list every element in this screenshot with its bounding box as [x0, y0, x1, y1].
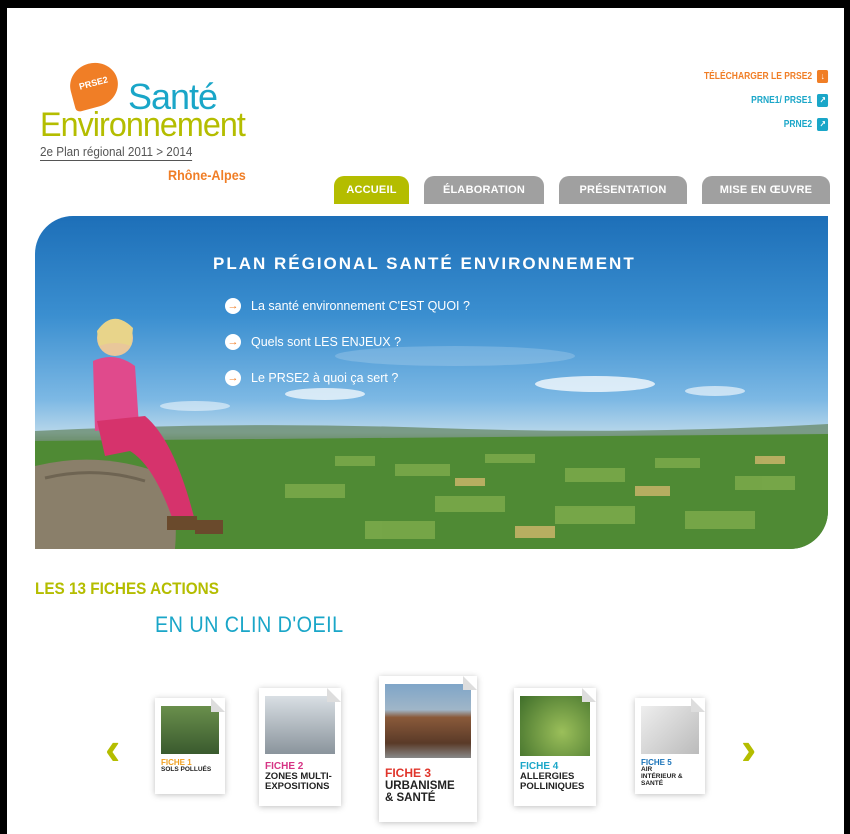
download-icon: ↓	[816, 69, 828, 83]
fiche-label: SOLS POLLUÉS	[161, 766, 212, 773]
fiche-card-3[interactable]: FICHE 3 URBANISME & SANTÉ	[379, 676, 477, 822]
fiche-label: ZONES MULTI-EXPOSITIONS	[265, 771, 332, 792]
hero-link-label: Le PRSE2 à quoi ça sert ?	[251, 371, 399, 385]
hero-link-enjeux[interactable]: → Quels sont LES ENJEUX ?	[225, 334, 401, 350]
download-prse2-label: TÉLÉCHARGER LE PRSE2	[703, 70, 812, 82]
fiche-thumbnail	[641, 706, 699, 754]
fiche-thumbnail	[385, 684, 471, 758]
top-links: TÉLÉCHARGER LE PRSE2 ↓ PRNE1/ PRSE1 ↗ PR…	[682, 64, 828, 136]
fiche-card-4[interactable]: FICHE 4 ALLERGIES POLLINIQUES	[514, 688, 596, 806]
download-prse2-link[interactable]: TÉLÉCHARGER LE PRSE2 ↓	[704, 64, 828, 88]
fiche-label: AIR INTÉRIEUR & SANTÉ	[641, 766, 683, 787]
fiche-thumbnail	[265, 696, 335, 754]
external-link-icon: ↗	[816, 117, 828, 131]
page-fold-icon	[582, 688, 596, 702]
tab-accueil[interactable]: ACCUEIL	[334, 176, 409, 204]
page-fold-icon	[691, 698, 705, 712]
fiche-label: ALLERGIES POLLINIQUES	[520, 771, 585, 792]
carousel-next-button[interactable]: ›	[741, 721, 756, 775]
fiche-thumbnail	[520, 696, 590, 756]
page-fold-icon	[211, 698, 225, 712]
section-heading: LES 13 FICHES ACTIONS	[35, 579, 219, 598]
page-fold-icon	[463, 676, 477, 690]
logo-plan: 2e Plan régional 2011 > 2014	[40, 144, 193, 161]
section-subheading: EN UN CLIN D'OEIL	[155, 612, 344, 637]
arrow-right-icon: →	[225, 370, 241, 386]
hero-link-prse2-usage[interactable]: → Le PRSE2 à quoi ça sert ?	[225, 370, 398, 386]
fiche-thumbnail	[161, 706, 219, 754]
fiche-card-2[interactable]: FICHE 2 ZONES MULTI-EXPOSITIONS	[259, 688, 341, 806]
hero-title: PLAN RÉGIONAL SANTÉ ENVIRONNEMENT	[213, 254, 636, 273]
fiche-number: FICHE 3	[385, 766, 432, 780]
page: PRSE2 Santé Environnement 2e Plan région…	[7, 8, 844, 834]
tab-presentation[interactable]: PRÉSENTATION	[559, 176, 687, 204]
logo-title-environnement: Environnement	[40, 106, 246, 144]
main-nav: ACCUEIL ÉLABORATION PRÉSENTATION MISE EN…	[334, 176, 830, 204]
prne2-label: PRNE2	[783, 118, 812, 130]
carousel-prev-button[interactable]: ‹	[105, 721, 120, 775]
prne1-prse1-link[interactable]: PRNE1/ PRSE1 ↗	[704, 88, 828, 112]
arrow-right-icon: →	[225, 334, 241, 350]
hero-link-label: La santé environnement C'EST QUOI ?	[251, 299, 470, 313]
logo-region: Rhône-Alpes	[168, 167, 246, 183]
prse2-bubble-icon: PRSE2	[65, 57, 123, 113]
tab-mise-en-oeuvre[interactable]: MISE EN ŒUVRE	[702, 176, 830, 204]
fiche-label: URBANISME & SANTÉ	[385, 780, 455, 805]
arrow-right-icon: →	[225, 298, 241, 314]
hero-link-sante-environnement[interactable]: → La santé environnement C'EST QUOI ?	[225, 298, 470, 314]
page-fold-icon	[327, 688, 341, 702]
prne1-prse1-label: PRNE1/ PRSE1	[750, 94, 812, 106]
fiche-card-5[interactable]: FICHE 5 AIR INTÉRIEUR & SANTÉ	[635, 698, 705, 794]
external-link-icon: ↗	[816, 93, 828, 107]
tab-elaboration[interactable]: ÉLABORATION	[424, 176, 544, 204]
hero-link-label: Quels sont LES ENJEUX ?	[251, 335, 402, 349]
hero-banner: PLAN RÉGIONAL SANTÉ ENVIRONNEMENT → La s…	[35, 216, 828, 549]
fiche-card-1[interactable]: FICHE 1 SOLS POLLUÉS	[155, 698, 225, 794]
prne2-link[interactable]: PRNE2 ↗	[704, 112, 828, 136]
site-logo[interactable]: PRSE2 Santé Environnement 2e Plan région…	[40, 57, 270, 200]
